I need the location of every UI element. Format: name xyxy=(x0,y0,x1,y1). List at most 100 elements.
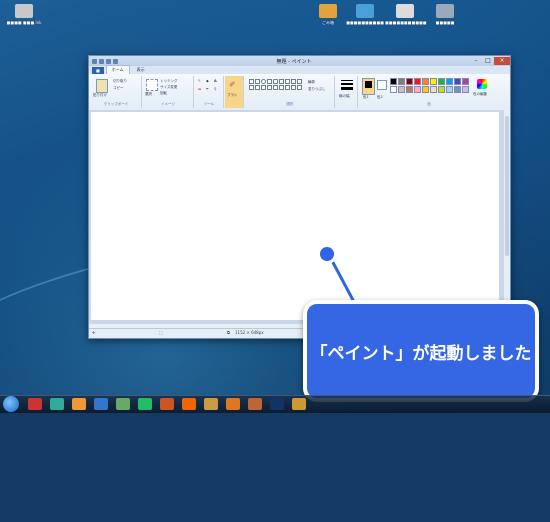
line-shape[interactable] xyxy=(249,79,254,84)
canvas-size-text: 1152 × 648px xyxy=(235,330,264,335)
color-swatch[interactable] xyxy=(446,86,453,93)
edit-colors-icon[interactable] xyxy=(477,79,487,89)
select-button[interactable]: 選択 xyxy=(145,92,152,97)
save-icon[interactable] xyxy=(99,58,104,64)
curve-shape[interactable] xyxy=(255,79,260,84)
taskbar-app-2[interactable] xyxy=(50,398,64,410)
brush-button[interactable]: ✐ ブラシ xyxy=(225,76,244,108)
desktop-icon-photoshop[interactable]: ■■■■■■■■■■ xyxy=(345,4,385,44)
left-arrow-shape[interactable] xyxy=(267,85,272,90)
paste-icon[interactable] xyxy=(96,79,108,93)
taskbar-app-13[interactable] xyxy=(292,398,306,410)
crop-button[interactable]: トリミング xyxy=(160,79,178,84)
color-swatch[interactable] xyxy=(398,86,405,93)
taskbar-app-5[interactable] xyxy=(116,398,130,410)
canvas-size-icon: ⧉ xyxy=(227,330,230,335)
fill-icon[interactable]: ◆ xyxy=(206,79,209,83)
six-point-star-shape[interactable] xyxy=(297,85,302,90)
right-triangle-shape[interactable] xyxy=(291,79,296,84)
up-arrow-shape[interactable] xyxy=(273,85,278,90)
select-icon[interactable] xyxy=(146,79,158,91)
color-swatch[interactable] xyxy=(390,86,397,93)
paint-app-icon[interactable] xyxy=(92,58,97,64)
color-swatch[interactable] xyxy=(422,78,429,85)
paste-button[interactable]: 貼り付け xyxy=(93,93,107,98)
hexagon-shape[interactable] xyxy=(255,85,260,90)
rectangle-shape[interactable] xyxy=(267,79,272,84)
outline-button[interactable]: 輪郭 xyxy=(308,80,315,85)
minimize-button[interactable]: – xyxy=(470,57,482,65)
taskbar-app-9[interactable] xyxy=(204,398,218,410)
title-bar[interactable]: 無題 - ペイント – □ × xyxy=(89,56,510,66)
color-swatch[interactable] xyxy=(462,78,469,85)
taskbar-app-4[interactable] xyxy=(94,398,108,410)
edit-colors-button[interactable]: 色の編集 xyxy=(473,92,487,97)
ribbon-tabs: ■ ホーム 表示 xyxy=(89,65,510,74)
taskbar-app-10[interactable] xyxy=(226,398,240,410)
color-swatch[interactable] xyxy=(414,86,421,93)
desktop-icon-document[interactable]: ■■■■■■■■■■■ xyxy=(385,4,427,44)
five-point-star-shape[interactable] xyxy=(291,85,296,90)
taskbar-app-3[interactable] xyxy=(72,398,86,410)
taskbar-app-11[interactable] xyxy=(248,398,262,410)
rounded-rectangle-shape[interactable] xyxy=(273,79,278,84)
resize-button[interactable]: サイズ変更 xyxy=(160,85,177,90)
file-menu-button[interactable]: ■ xyxy=(92,67,104,74)
color-swatch[interactable] xyxy=(398,78,405,85)
taskbar-app-6[interactable] xyxy=(138,398,152,410)
color-swatch[interactable] xyxy=(406,78,413,85)
color1-label: 色1 xyxy=(363,95,369,99)
add-icon: ✛ xyxy=(92,330,96,335)
desktop-icon-recycle-bin[interactable]: ごみ箱 xyxy=(308,4,348,44)
eraser-icon[interactable]: ▬ xyxy=(198,87,201,91)
desktop-icon-folder[interactable]: ■■■■■ xyxy=(425,4,465,44)
color-swatch[interactable] xyxy=(438,78,445,85)
cut-button[interactable]: 切り取り xyxy=(113,79,127,84)
undo-icon[interactable] xyxy=(106,58,111,64)
color-swatch[interactable] xyxy=(438,86,445,93)
drawing-canvas[interactable] xyxy=(91,112,499,320)
size-button[interactable]: 線の幅 xyxy=(337,76,358,108)
taskbar-app-8[interactable] xyxy=(182,398,196,410)
tab-home[interactable]: ホーム xyxy=(105,65,130,74)
maximize-button[interactable]: □ xyxy=(482,57,494,65)
taskbar-app-12[interactable] xyxy=(270,398,284,410)
taskbar-app-7[interactable] xyxy=(160,398,174,410)
color1-button[interactable] xyxy=(362,78,375,95)
shape-gallery xyxy=(249,79,302,90)
color-swatch[interactable] xyxy=(454,86,461,93)
right-arrow-shape[interactable] xyxy=(261,85,266,90)
oval-shape[interactable] xyxy=(261,79,266,84)
taskbar-app-1[interactable] xyxy=(28,398,42,410)
start-button[interactable] xyxy=(3,396,19,412)
triangle-shape[interactable] xyxy=(285,79,290,84)
selection-icon: ⬚ xyxy=(159,330,163,335)
tab-view[interactable]: 表示 xyxy=(132,66,150,74)
color-picker-icon[interactable]: ✒ xyxy=(206,87,209,91)
color-swatch[interactable] xyxy=(446,78,453,85)
color-swatch[interactable] xyxy=(406,86,413,93)
four-point-star-shape[interactable] xyxy=(285,85,290,90)
desktop-icon-shortcut[interactable]: ■■■■ ■■■.lnk xyxy=(4,4,44,44)
color-swatch[interactable] xyxy=(430,86,437,93)
vertical-scroll-thumb[interactable] xyxy=(505,116,509,256)
down-arrow-shape[interactable] xyxy=(279,85,284,90)
color-swatch[interactable] xyxy=(414,78,421,85)
magnifier-icon[interactable]: ⚲ xyxy=(214,87,217,91)
pencil-icon[interactable]: ✎ xyxy=(198,79,201,83)
diamond-shape[interactable] xyxy=(297,79,302,84)
fill-button[interactable]: 塗りつぶし xyxy=(308,87,326,92)
polygon-shape[interactable] xyxy=(279,79,284,84)
color-swatch[interactable] xyxy=(430,78,437,85)
color-swatch[interactable] xyxy=(454,78,461,85)
color-swatch[interactable] xyxy=(422,86,429,93)
text-icon[interactable]: A xyxy=(214,79,217,83)
pentagon-shape[interactable] xyxy=(249,85,254,90)
color-swatch[interactable] xyxy=(462,86,469,93)
copy-button[interactable]: コピー xyxy=(113,86,124,91)
vertical-scrollbar[interactable] xyxy=(504,110,510,329)
color2-button[interactable] xyxy=(377,80,387,90)
close-button[interactable]: × xyxy=(494,57,510,65)
rotate-button[interactable]: 回転 xyxy=(160,91,167,96)
color-swatch[interactable] xyxy=(390,78,397,85)
